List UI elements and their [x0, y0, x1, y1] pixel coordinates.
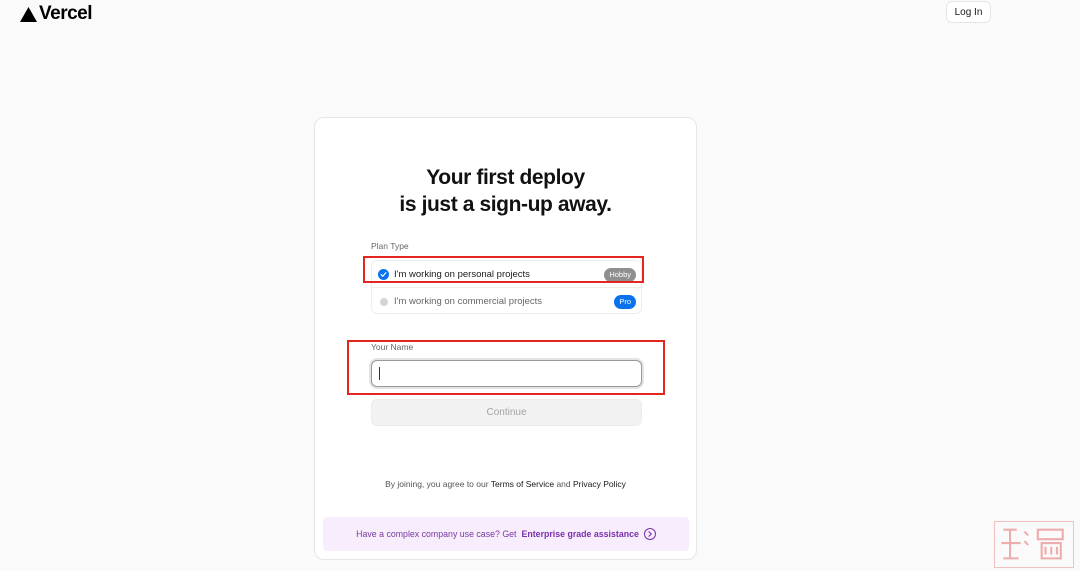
highlight-plan-option — [363, 256, 644, 283]
pro-badge: Pro — [614, 295, 636, 309]
page-title: Your first deploy is just a sign-up away… — [315, 164, 696, 218]
enterprise-prefix: Have a complex company use case? Get — [356, 529, 517, 539]
continue-button[interactable]: Continue — [371, 399, 642, 426]
enterprise-banner: Have a complex company use case? Get Ent… — [323, 517, 689, 551]
highlight-name-field — [347, 340, 665, 395]
enterprise-link[interactable]: Enterprise grade assistance — [522, 529, 639, 539]
radio-unchecked-icon — [380, 297, 388, 306]
login-button[interactable]: Log In — [946, 1, 991, 23]
vercel-triangle-icon — [20, 6, 37, 22]
signup-card: Your first deploy is just a sign-up away… — [314, 117, 697, 560]
plan-type-label: Plan Type — [371, 241, 409, 251]
arrow-right-circle-icon[interactable] — [643, 528, 656, 540]
terms-of-service-link[interactable]: Terms of Service — [491, 479, 554, 489]
privacy-policy-link[interactable]: Privacy Policy — [573, 479, 626, 489]
watermark-seal — [994, 521, 1074, 568]
logo-text: Vercel — [39, 3, 93, 24]
title-line-2: is just a sign-up away. — [399, 193, 612, 216]
terms-and: and — [556, 479, 571, 489]
terms-notice: By joining, you agree to our Terms of Se… — [315, 479, 696, 489]
vercel-logo[interactable]: Vercel — [20, 3, 93, 25]
terms-prefix: By joining, you agree to our — [385, 479, 489, 489]
plan-option-label: I'm working on commercial projects — [394, 296, 543, 307]
plan-option-commercial[interactable]: I'm working on commercial projects Pro — [372, 288, 641, 315]
title-line-1: Your first deploy — [426, 166, 585, 189]
